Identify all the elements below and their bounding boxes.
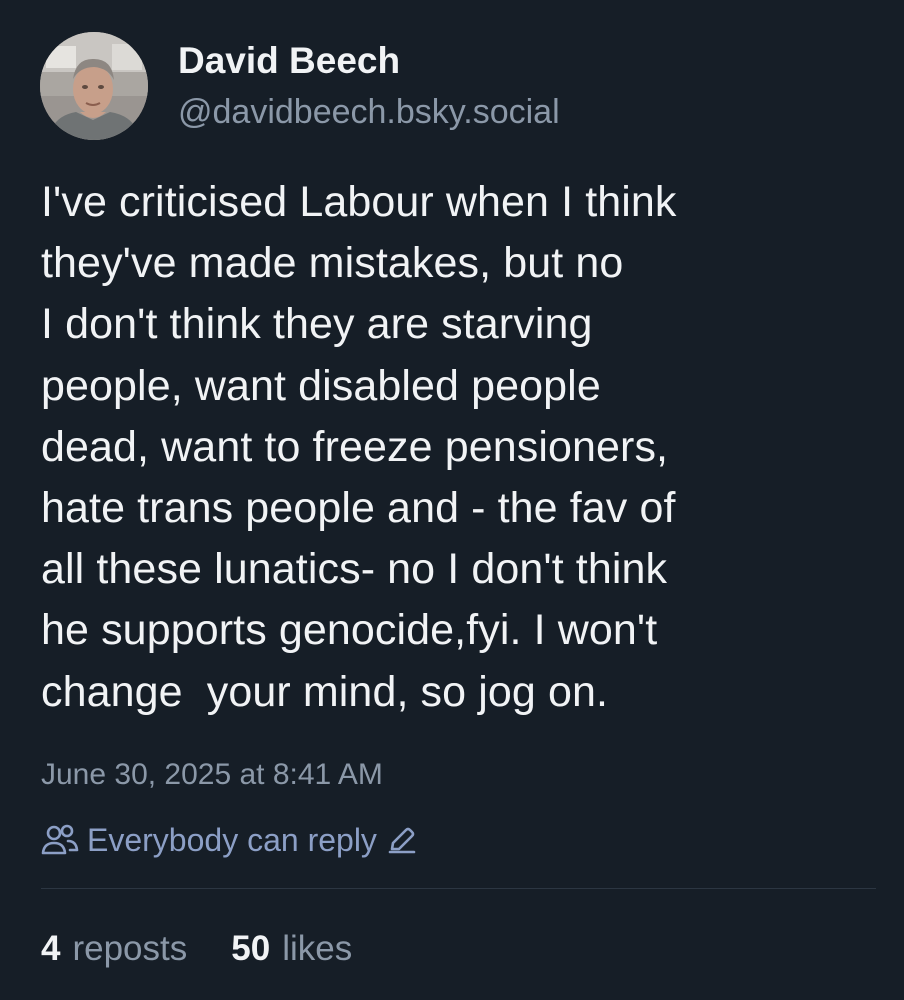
reposts-label: reposts (72, 929, 188, 968)
post-author: David Beech @davidbeech.bsky.social (178, 38, 560, 134)
post-text-line: hate trans people and - the fav of (41, 484, 676, 533)
post-timestamp: June 30, 2025 at 8:41 AM (41, 758, 383, 791)
divider (41, 888, 876, 889)
likes-label: likes (282, 929, 353, 968)
post-text-line: people, want disabled people (41, 361, 601, 410)
post-text-line: change your mind, so jog on. (41, 667, 609, 716)
avatar-photo (40, 32, 148, 140)
pencil-icon[interactable] (387, 825, 417, 855)
post-text: I've criticised Labour when I think they… (41, 172, 871, 723)
post-text-line: dead, want to freeze pensioners, (41, 422, 669, 471)
author-display-name[interactable]: David Beech (178, 38, 560, 84)
post-text-line: he supports genocide,fyi. I won't (41, 606, 658, 655)
post-stats: 4 reposts 50 likes (41, 926, 396, 972)
author-handle[interactable]: @davidbeech.bsky.social (178, 90, 560, 134)
post-text-line: all these lunatics- no I don't think (41, 545, 668, 594)
reply-setting-button[interactable]: Everybody can reply (41, 818, 417, 862)
likes-count: 50 (231, 929, 271, 968)
reposts-stat[interactable]: 4 reposts (41, 926, 187, 972)
reply-setting-label: Everybody can reply (87, 821, 377, 858)
post-thread-item: David Beech @davidbeech.bsky.social I've… (0, 0, 904, 1000)
likes-stat[interactable]: 50 likes (231, 926, 352, 972)
avatar[interactable] (40, 32, 148, 140)
post-text-line: they've made mistakes, but no (41, 239, 624, 288)
post-text-line: I've criticised Labour when I think (41, 178, 677, 226)
reposts-count: 4 (41, 929, 61, 968)
post-header: David Beech @davidbeech.bsky.social (40, 32, 860, 142)
people-icon (41, 823, 79, 857)
post-text-line: I don't think they are starving (41, 300, 593, 349)
